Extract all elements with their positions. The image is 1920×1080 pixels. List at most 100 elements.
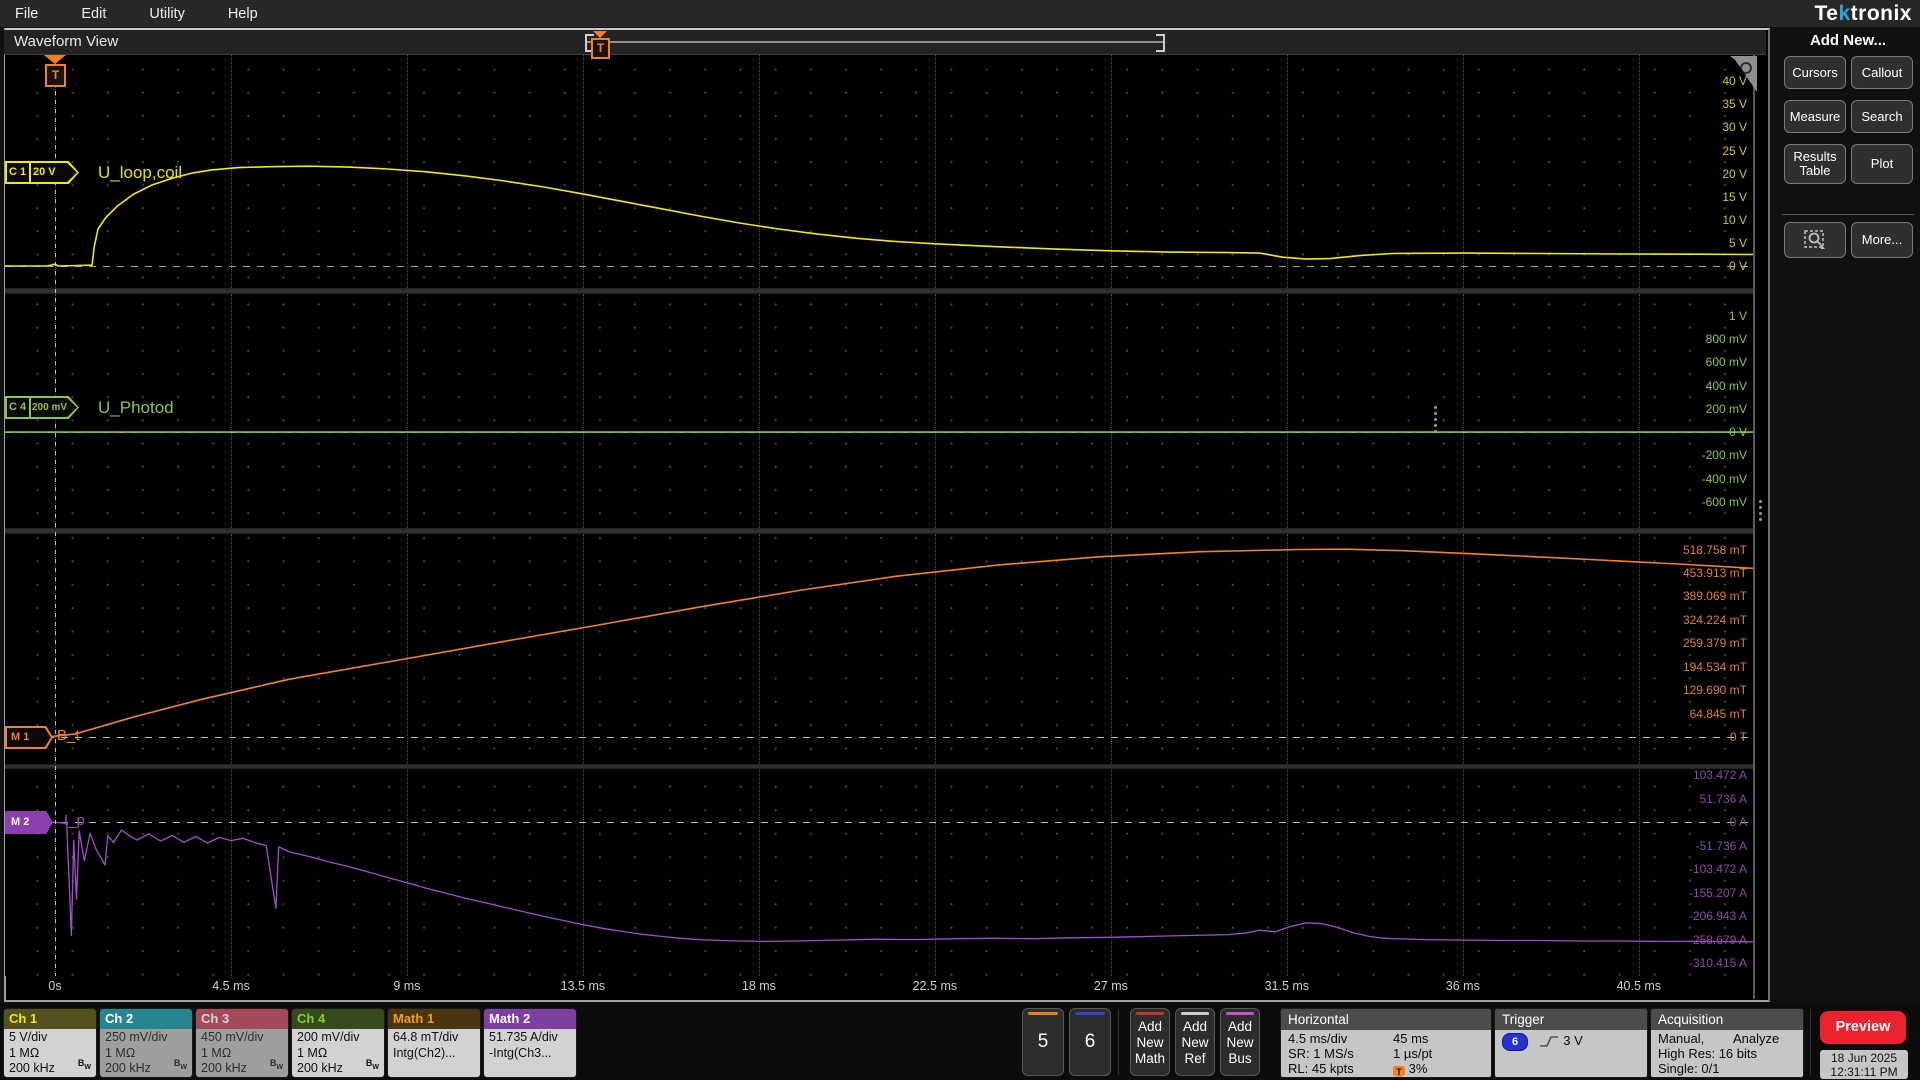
channel-button-6[interactable]: 6: [1069, 1008, 1111, 1076]
slice-separator: [5, 528, 1753, 534]
badge-header: Math 1: [388, 1009, 480, 1029]
date-label: 18 Jun 2025: [1830, 1051, 1898, 1065]
axis-tick-label: 800 mV: [1705, 332, 1747, 347]
channel-badge-c4[interactable]: C 4 200 mV: [5, 396, 79, 419]
settings-bar: Ch 1 5 V/div 1 MΩ 200 kHz BW Ch 2 250 mV…: [0, 1003, 1920, 1080]
axis-tick-label: 389.069 mT: [1682, 589, 1747, 604]
time-axis-label: 4.5 ms: [212, 979, 250, 993]
axis-tick-label: 200 mV: [1705, 401, 1747, 416]
time-axis-label: 40.5 ms: [1616, 979, 1662, 993]
menu-file[interactable]: File: [15, 6, 66, 22]
channel-button-5[interactable]: 5: [1022, 1008, 1064, 1076]
callout-button[interactable]: Callout: [1851, 56, 1913, 89]
axis-tick-label: 0 V: [1728, 425, 1747, 440]
bandwidth-limit-icon: BW: [173, 1057, 187, 1071]
horizontal-scale: 4.5 ms/div: [1288, 1031, 1348, 1046]
add-new-bus-button[interactable]: Add New Bus: [1220, 1008, 1260, 1076]
add-new-ref-button[interactable]: Add New Ref: [1175, 1008, 1215, 1076]
math-badge-math1[interactable]: Math 1 64.8 mT/div Intg(Ch2)...: [387, 1008, 481, 1078]
preview-button[interactable]: Preview: [1820, 1011, 1906, 1044]
menu-bar: File Edit Utility Help: [0, 0, 1920, 27]
sidebar-divider: [1782, 214, 1914, 215]
channel-badge-ch2[interactable]: Ch 2 250 mV/div 1 MΩ 200 kHz BW: [99, 1008, 193, 1078]
menu-help[interactable]: Help: [228, 6, 286, 22]
math-label-m1[interactable]: B_t: [57, 727, 80, 744]
trigger-panel[interactable]: Trigger 6 3 V: [1494, 1008, 1648, 1078]
channel-badge-ch1[interactable]: Ch 1 5 V/div 1 MΩ 200 kHz BW: [3, 1008, 97, 1078]
horizontal-panel[interactable]: Horizontal 4.5 ms/div 45 ms SR: 1 MS/s 1…: [1280, 1008, 1492, 1078]
acquisition-mode: Manual,: [1658, 1031, 1705, 1046]
channel-label-c4[interactable]: U_Photod: [98, 398, 174, 418]
bandwidth-limit-icon: BW: [77, 1057, 91, 1071]
acquisition-analyze: Analyze: [1733, 1031, 1780, 1046]
time-label: 12:31:11 PM: [1830, 1065, 1898, 1079]
menu-edit[interactable]: Edit: [81, 6, 134, 22]
time-axis-label: 13.5 ms: [560, 979, 606, 993]
axis-tick-label: 25 V: [1722, 143, 1747, 158]
search-button[interactable]: Search: [1851, 100, 1913, 133]
add-new-math-button[interactable]: Add New Math: [1130, 1008, 1170, 1076]
ch5-color-stripe: [1028, 1012, 1058, 1015]
axis-tick-label: 15 V: [1722, 189, 1747, 204]
channel-label-c1[interactable]: U_loop,coil: [98, 163, 182, 183]
axis-tick-label: 35 V: [1722, 97, 1747, 112]
axis-tick-label: -103.472 A: [1688, 862, 1747, 876]
trigger-source-badge: 6: [1502, 1033, 1528, 1051]
axis-tick-label: -51.736 A: [1695, 838, 1747, 853]
badge-header: Ch 4: [292, 1009, 384, 1029]
waveform-B_t: [47, 548, 1753, 738]
cursors-button[interactable]: Cursors: [1784, 56, 1846, 89]
axis-tick-label: 400 mV: [1705, 378, 1747, 393]
math-badge-math2[interactable]: Math 2 51.735 A/div -Intg(Ch3...: [483, 1008, 577, 1078]
splitter-handle[interactable]: [1434, 406, 1437, 433]
badge-scale: 51.735 A/div: [489, 1030, 558, 1044]
time-axis-label: 31.5 ms: [1264, 979, 1310, 993]
slice-separator: [5, 288, 1753, 294]
axis-tick-label: 40 V: [1722, 74, 1747, 89]
measure-button[interactable]: Measure: [1784, 100, 1846, 133]
acquisition-panel[interactable]: Acquisition Manual, Analyze High Res: 16…: [1650, 1008, 1804, 1078]
axis-tick-label: -200 mV: [1701, 448, 1747, 463]
math-badge-m2[interactable]: M 2: [5, 811, 53, 834]
add-new-title: Add New...: [1809, 32, 1887, 49]
horizontal-span: 45 ms: [1393, 1031, 1429, 1046]
time-axis-label: 22.5 ms: [912, 979, 958, 993]
trigger-level: 3 V: [1563, 1033, 1583, 1048]
badge-header: Ch 1: [4, 1009, 96, 1029]
more-button[interactable]: More...: [1851, 222, 1913, 258]
zoom-region-icon: [1804, 230, 1825, 249]
trigger-position-line: [55, 55, 56, 976]
pan-trigger-marker-icon[interactable]: T: [591, 38, 610, 59]
trigger-marker-icon[interactable]: T: [45, 64, 66, 87]
ref-color-stripe: [1181, 1012, 1209, 1015]
waveform-view-title: Waveform View: [14, 33, 119, 50]
plot-button[interactable]: Plot: [1851, 144, 1913, 184]
separator: [1810, 1009, 1811, 1075]
time-axis-label: 36 ms: [1445, 979, 1480, 993]
record-view-bar[interactable]: [585, 41, 1163, 43]
axis-tick-label: -258.679 A: [1688, 932, 1747, 947]
math-label-m2[interactable]: I_p: [64, 812, 85, 829]
axis-tick-label: 600 mV: [1705, 355, 1747, 370]
time-axis-label: 18 ms: [741, 979, 776, 993]
axis-tick-label: -310.415 A: [1688, 956, 1747, 970]
plot-right-border: [1753, 55, 1755, 999]
math-badge-m1[interactable]: M 1: [5, 726, 53, 749]
menu-utility[interactable]: Utility: [149, 6, 212, 22]
tektronix-logo: Tektronix: [1814, 2, 1912, 25]
trigger-arrow-icon: [44, 55, 66, 64]
channel-badge-c1[interactable]: C 1 20 V: [5, 161, 79, 184]
math-color-stripe: [1136, 1012, 1164, 1015]
axis-tick-label: -600 mV: [1701, 494, 1747, 509]
channel-badge-ch3[interactable]: Ch 3 450 mV/div 1 MΩ 200 kHz BW: [195, 1008, 289, 1078]
slice-separator: [5, 764, 1753, 769]
splitter-handle[interactable]: [1759, 500, 1762, 521]
zoom-region-button[interactable]: [1784, 222, 1846, 258]
axis-tick-label: -400 mV: [1701, 471, 1747, 486]
channel-badge-ch4[interactable]: Ch 4 200 mV/div 1 MΩ 200 kHz BW: [291, 1008, 385, 1078]
badge-scale: 200 mV/div: [297, 1030, 360, 1044]
axis-tick-label: 259.379 mT: [1682, 636, 1747, 651]
axis-tick-label: 518.758 mT: [1682, 542, 1747, 557]
results-table-button[interactable]: Results Table: [1784, 144, 1846, 184]
badge-scale: 64.8 mT/div: [393, 1030, 459, 1044]
